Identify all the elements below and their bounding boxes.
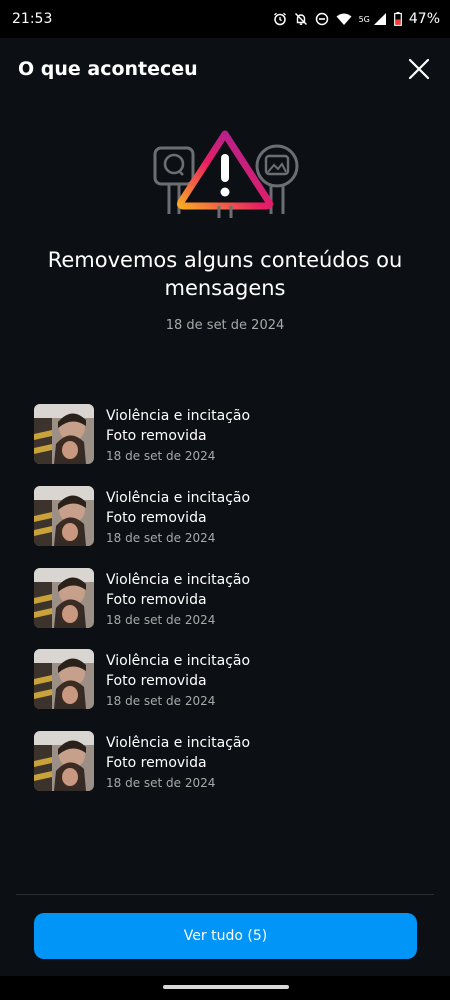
close-icon (408, 58, 430, 80)
hero-date: 18 de set de 2024 (165, 318, 285, 333)
item-date: 18 de set de 2024 (106, 694, 216, 709)
wifi-icon (336, 13, 352, 25)
item-action: Foto removida (106, 673, 207, 690)
item-action: Foto removida (106, 428, 207, 444)
battery-level: 47% (408, 11, 440, 27)
item-reason: Violência e incitação (106, 571, 251, 588)
item-date: 18 de set de 2024 (106, 776, 216, 791)
item-action: Foto removida (106, 509, 207, 526)
home-indicator[interactable] (163, 985, 289, 989)
item-action: Foto removida (106, 591, 207, 608)
list-item[interactable]: Violência e incitação Foto removida 18 d… (34, 485, 434, 568)
photo-thumbnail (34, 404, 94, 464)
photo-thumbnail (34, 567, 94, 628)
item-date: 18 de set de 2024 (106, 530, 216, 545)
item-text: Violência e incitação Foto removida 18 d… (106, 568, 250, 630)
battery-icon (393, 12, 402, 26)
item-text: Violência e incitação Foto removida 18 d… (106, 404, 250, 466)
list-item[interactable]: Violência e incitação Foto removida 18 d… (34, 567, 434, 650)
item-reason: Violência e incitação (106, 408, 251, 424)
item-reason: Violência e incitação (106, 489, 251, 506)
item-text: Violência e incitação Foto removida 18 d… (106, 486, 250, 548)
status-time: 21:53 (12, 11, 53, 27)
header: O que aconteceu (0, 38, 450, 100)
notifications-off-icon (294, 13, 307, 25)
item-text: Violência e incitação Foto removida 18 d… (106, 731, 250, 793)
item-reason: Violência e incitação (106, 653, 251, 670)
list-item[interactable]: Violência e incitação Foto removida 18 d… (34, 649, 434, 731)
hero-title: Removemos alguns conteúdos ou mensagens (47, 248, 403, 300)
alarm-icon (273, 12, 286, 26)
list-item[interactable]: Violência e incitação Foto removida 18 d… (34, 404, 434, 486)
photo-thumbnail (34, 485, 94, 546)
item-action: Foto removida (106, 755, 207, 772)
see-all-button[interactable]: Ver tudo (5) (34, 913, 417, 959)
status-bar: 21:53 5G 47% (0, 0, 450, 38)
do-not-disturb-icon (315, 12, 328, 26)
removed-content-list: Violência e incitação Foto removida 18 d… (34, 404, 434, 813)
status-icons: 5G 47% (273, 11, 440, 27)
photo-thumbnail (34, 649, 94, 710)
item-text: Violência e incitação Foto removida 18 d… (106, 649, 250, 711)
warning-sign-icon (153, 130, 299, 218)
divider (16, 894, 434, 895)
close-button[interactable] (406, 56, 432, 82)
photo-thumbnail (34, 731, 94, 792)
item-date: 18 de set de 2024 (106, 612, 216, 627)
page-title: O que aconteceu (18, 58, 198, 80)
item-date: 18 de set de 2024 (106, 449, 216, 463)
list-item[interactable]: Violência e incitação Foto removida 18 d… (34, 731, 434, 813)
signal-icon (373, 13, 386, 25)
network-type: 5G (358, 14, 370, 24)
item-reason: Violência e incitação (106, 735, 251, 752)
